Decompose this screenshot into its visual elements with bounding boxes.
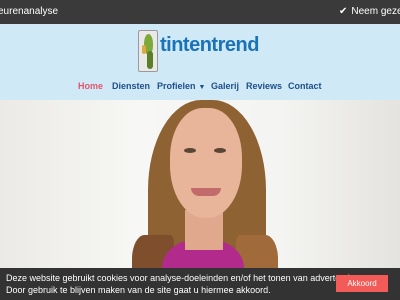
nav-item-home[interactable]: Home	[78, 81, 103, 91]
brand-name[interactable]: tintentrend	[160, 34, 259, 57]
cookie-banner: Deze website gebruikt cookies voor analy…	[0, 268, 400, 300]
main-nav: Home Diensten Profielen ▼ Galerij Reviews…	[0, 81, 400, 97]
hero-face	[170, 108, 242, 218]
nav-item-reviews[interactable]: Reviews	[246, 81, 282, 91]
logo-stem	[147, 51, 153, 69]
logo-spot	[142, 45, 146, 54]
nav-item-profielen[interactable]: Profielen ▼	[157, 81, 205, 91]
top-bar-left-text: eurenanalyse	[0, 6, 59, 17]
cookie-text-line1: Deze website gebruikt cookies voor analy…	[6, 273, 362, 283]
cookie-accept-button[interactable]: Akkoord	[336, 275, 388, 292]
cookie-text-line2: Door gebruik te blijven maken van de sit…	[6, 285, 271, 295]
check-icon: ✔	[339, 6, 348, 17]
nav-item-profielen-label: Profielen	[157, 81, 196, 91]
tintentrend-logo-icon[interactable]	[138, 30, 158, 72]
site-header: tintentrend Home Diensten Profielen ▼ Gal…	[0, 24, 400, 100]
top-bar-right-text: Neem gezellig	[351, 6, 400, 17]
nav-item-diensten[interactable]: Diensten	[112, 81, 150, 91]
hero-mouth	[191, 188, 221, 196]
nav-item-galerij[interactable]: Galerij	[211, 81, 239, 91]
hero-eye-left	[184, 148, 196, 153]
top-bar: eurenanalyse ✔Neem gezellig	[0, 0, 400, 24]
nav-item-contact[interactable]: Contact	[288, 81, 322, 91]
caret-down-icon: ▼	[198, 84, 206, 91]
hero-eye-right	[214, 148, 226, 153]
top-bar-right[interactable]: ✔Neem gezellig	[339, 6, 400, 17]
